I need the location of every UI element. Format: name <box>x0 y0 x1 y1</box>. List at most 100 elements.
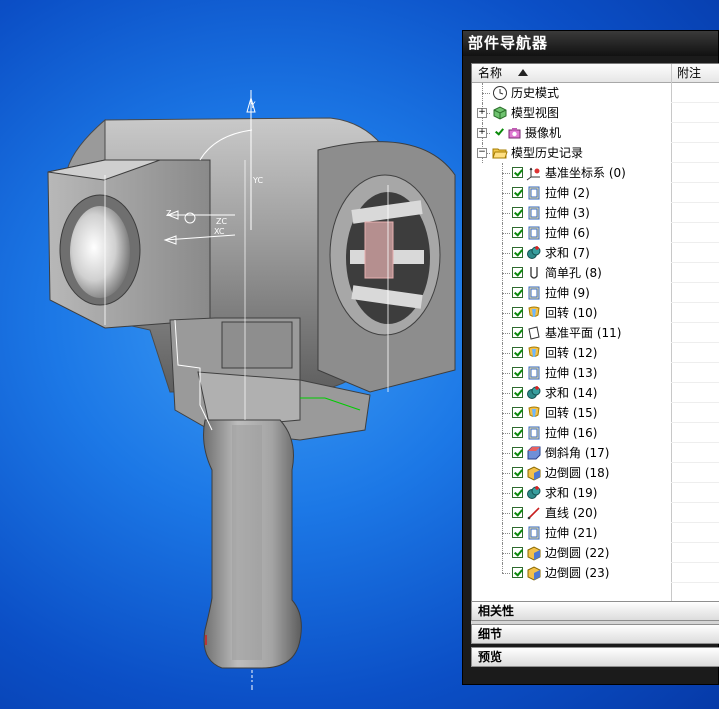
part-navigator-panel: 部件导航器 名称 附注 历史模式 + 模型视图 + 摄像机 − 模型历史记录 基准坐标系 (0… <box>462 30 719 685</box>
visibility-checkbox[interactable] <box>512 307 523 318</box>
visibility-checkbox[interactable] <box>512 267 523 278</box>
tree-item-label: 模型历史记录 <box>511 146 584 160</box>
visibility-checkbox[interactable] <box>512 547 523 558</box>
tree-row[interactable]: − 模型历史记录 <box>472 143 719 163</box>
tree-row[interactable]: 边倒圆 (22) <box>472 543 719 563</box>
tree-row[interactable]: 边倒圆 (23) <box>472 563 719 583</box>
tree-row[interactable]: 回转 (15) <box>472 403 719 423</box>
tree-item-label: 边倒圆 (22) <box>545 546 610 560</box>
column-name-header[interactable]: 名称 <box>478 64 502 82</box>
tree-connector <box>502 573 510 574</box>
visibility-checkbox[interactable] <box>512 207 523 218</box>
visibility-checkbox[interactable] <box>512 367 523 378</box>
extrude-icon <box>526 225 542 241</box>
navigator-tree-view[interactable]: 名称 附注 历史模式 + 模型视图 + 摄像机 − 模型历史记录基准坐标系 (0) 拉伸 (2… <box>471 63 719 619</box>
visibility-checkbox[interactable] <box>512 407 523 418</box>
visibility-checkbox[interactable] <box>512 527 523 538</box>
tree-connector <box>502 333 510 334</box>
unite-icon <box>526 485 542 501</box>
visibility-checkbox[interactable] <box>512 167 523 178</box>
extrude-icon <box>526 365 542 381</box>
visibility-checkbox[interactable] <box>512 187 523 198</box>
tree-row[interactable]: 拉伸 (6) <box>472 223 719 243</box>
tree-connector <box>502 513 510 514</box>
column-note-header[interactable]: 附注 <box>677 64 701 82</box>
tree-row[interactable]: 拉伸 (16) <box>472 423 719 443</box>
tree-row[interactable]: 边倒圆 (18) <box>472 463 719 483</box>
visibility-checkbox[interactable] <box>494 127 505 138</box>
visibility-checkbox[interactable] <box>512 347 523 358</box>
tree-row[interactable]: 基准平面 (11) <box>472 323 719 343</box>
section-dependencies[interactable]: 相关性 <box>471 601 719 621</box>
expand-icon[interactable]: + <box>477 128 487 138</box>
tree-connector <box>502 353 510 354</box>
tree-item-label: 拉伸 (13) <box>545 366 598 380</box>
tree-row[interactable]: 历史模式 <box>472 83 719 103</box>
tree-row[interactable]: 拉伸 (2) <box>472 183 719 203</box>
revolve-icon <box>526 405 542 421</box>
tree-row[interactable]: 基准坐标系 (0) <box>472 163 719 183</box>
visibility-checkbox[interactable] <box>512 447 523 458</box>
tree-item-label: 拉伸 (2) <box>545 186 590 200</box>
tree-connector <box>482 93 490 94</box>
folder-open-icon <box>492 145 508 161</box>
visibility-checkbox[interactable] <box>512 507 523 518</box>
section-details[interactable]: 细节 <box>471 624 719 644</box>
tree-item-label: 拉伸 (21) <box>545 526 598 540</box>
tree-row[interactable]: 倒斜角 (17) <box>472 443 719 463</box>
tree-item-label: 求和 (19) <box>545 486 598 500</box>
section-preview[interactable]: 预览 <box>471 647 719 667</box>
visibility-checkbox[interactable] <box>512 567 523 578</box>
visibility-checkbox[interactable] <box>512 247 523 258</box>
tree-item-label: 拉伸 (9) <box>545 286 590 300</box>
extrude-icon <box>526 205 542 221</box>
tree-row[interactable]: 求和 (19) <box>472 483 719 503</box>
tree-row[interactable]: 回转 (12) <box>472 343 719 363</box>
axis-label-yc: YC <box>252 176 263 185</box>
tree-connector <box>502 313 510 314</box>
unite-icon <box>526 245 542 261</box>
visibility-checkbox[interactable] <box>512 387 523 398</box>
tree-connector <box>502 273 510 274</box>
tree-connector <box>502 173 510 174</box>
datum-csys-icon <box>526 165 542 181</box>
revolve-icon <box>526 305 542 321</box>
extrude-icon <box>526 425 542 441</box>
tree-row[interactable]: 求和 (7) <box>472 243 719 263</box>
expand-icon[interactable]: + <box>477 108 487 118</box>
tree-row[interactable]: 回转 (10) <box>472 303 719 323</box>
visibility-checkbox[interactable] <box>512 227 523 238</box>
tree-row[interactable]: + 摄像机 <box>472 123 719 143</box>
tree-connector <box>502 563 503 573</box>
tree-connector <box>502 433 510 434</box>
tree-row[interactable]: 拉伸 (21) <box>472 523 719 543</box>
tree-row[interactable]: 拉伸 (9) <box>472 283 719 303</box>
tree-connector <box>502 393 510 394</box>
visibility-checkbox[interactable] <box>512 327 523 338</box>
tree-connector <box>502 373 510 374</box>
tree-connector <box>502 193 510 194</box>
visibility-checkbox[interactable] <box>512 287 523 298</box>
datum-plane-icon <box>526 325 542 341</box>
visibility-checkbox[interactable] <box>512 487 523 498</box>
visibility-checkbox[interactable] <box>512 467 523 478</box>
tree-item-label: 回转 (15) <box>545 406 598 420</box>
tree-item-label: 回转 (12) <box>545 346 598 360</box>
camera-icon <box>506 125 522 141</box>
tree-connector <box>502 453 510 454</box>
tree-item-label: 直线 (20) <box>545 506 598 520</box>
tree-connector <box>502 473 510 474</box>
tree-row[interactable]: 直线 (20) <box>472 503 719 523</box>
tree-row[interactable]: 拉伸 (3) <box>472 203 719 223</box>
tree-row[interactable]: + 模型视图 <box>472 103 719 123</box>
tree-connector <box>502 213 510 214</box>
tree-item-label: 拉伸 (3) <box>545 206 590 220</box>
visibility-checkbox[interactable] <box>512 427 523 438</box>
collapse-icon[interactable]: − <box>477 148 487 158</box>
tree-row[interactable]: 求和 (14) <box>472 383 719 403</box>
sort-ascending-icon[interactable] <box>518 69 528 76</box>
tree-row[interactable]: 拉伸 (13) <box>472 363 719 383</box>
tree-connector <box>502 533 510 534</box>
tree-row[interactable]: 简单孔 (8) <box>472 263 719 283</box>
tree-item-label: 边倒圆 (23) <box>545 566 610 580</box>
